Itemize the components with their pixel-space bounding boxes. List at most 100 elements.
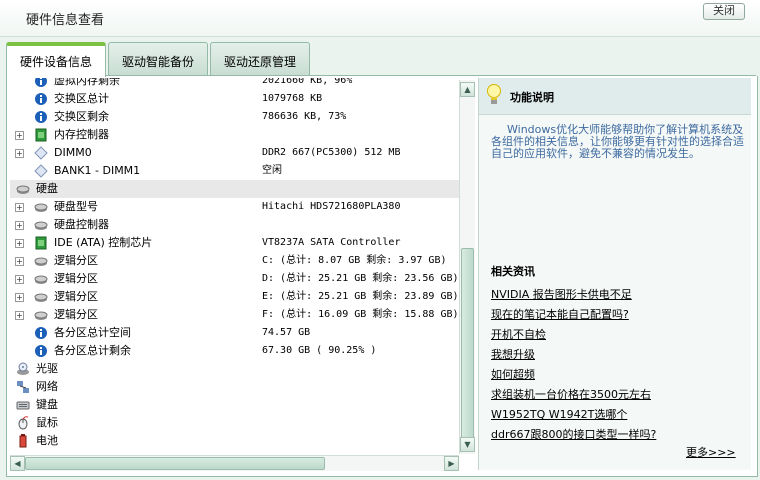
tree-row-value: 74.57 GB: [262, 327, 311, 338]
tree-row[interactable]: + IDE (ATA) 控制芯片 VT8237A SATA Controller: [10, 234, 460, 252]
tree-row[interactable]: 交换区总计 1079768 KB: [10, 90, 460, 108]
tree-row[interactable]: 虚拟内存剩余 2021660 KB, 96%: [10, 78, 460, 90]
info-icon: [35, 78, 47, 87]
tree-row[interactable]: + 内存控制器: [10, 126, 460, 144]
tree-row-label: 逻辑分区: [54, 272, 98, 285]
related-news-title: 相关资讯: [491, 265, 535, 278]
expand-toggle[interactable]: +: [15, 149, 24, 158]
info-side-panel: 功能说明 Windows优化大师能够帮助你了解计算机系统及各组件的相关信息，让你…: [478, 78, 751, 470]
tree-row-value: 2021660 KB, 96%: [262, 78, 353, 86]
disk-icon: [34, 293, 48, 302]
tab-driver-backup[interactable]: 驱动智能备份: [108, 42, 208, 75]
expand-toggle[interactable]: +: [15, 221, 24, 230]
disk-icon: [34, 221, 48, 230]
scroll-down-button[interactable]: ▼: [460, 437, 475, 452]
network-icon: [17, 381, 29, 393]
tree-row[interactable]: + 硬盘型号 Hitachi HDS721680PLA380: [10, 198, 460, 216]
vertical-scrollbar[interactable]: ▲ ▼: [459, 80, 475, 454]
tree-row-value: D: (总计: 25.21 GB 剩余: 23.56 GB): [262, 273, 459, 284]
tree-row-label: 硬盘控制器: [54, 218, 109, 231]
expand-toggle[interactable]: +: [15, 203, 24, 212]
tree-row-value: 786636 KB, 73%: [262, 111, 347, 122]
expand-toggle[interactable]: +: [15, 257, 24, 266]
related-link[interactable]: W1952TQ W1942T选哪个: [491, 406, 627, 422]
tree-row-label: 键盘: [36, 398, 58, 411]
tree-row[interactable]: + 逻辑分区 D: (总计: 25.21 GB 剩余: 23.56 GB): [10, 270, 460, 288]
chip-icon: [35, 236, 47, 250]
hardware-tree[interactable]: 虚拟内存剩余 2021660 KB, 96% 交换区总计 1079768 KB 交换区剩…: [10, 78, 460, 454]
tree-row-value: 1079768 KB: [262, 93, 323, 104]
tree-row-label: 网络: [36, 380, 58, 393]
lightbulb-icon: [487, 84, 501, 104]
tree-row[interactable]: 光驱: [10, 360, 460, 378]
cd-drive-icon: [17, 362, 29, 375]
tree-row[interactable]: 网络: [10, 378, 460, 396]
function-header: 功能说明: [479, 78, 751, 115]
tree-row-value: F: (总计: 16.09 GB 剩余: 15.88 GB): [262, 309, 459, 320]
tree-row[interactable]: + 逻辑分区 C: (总计: 8.07 GB 剩余: 3.97 GB): [10, 252, 460, 270]
scroll-up-button[interactable]: ▲: [460, 82, 475, 97]
tree-row-value: Hitachi HDS721680PLA380: [262, 201, 401, 212]
window-title: 硬件信息查看: [26, 13, 105, 28]
vertical-scroll-thumb[interactable]: [461, 248, 474, 438]
related-link[interactable]: 我想升级: [491, 346, 535, 362]
mouse-icon: [18, 416, 29, 430]
horizontal-scroll-thumb[interactable]: [25, 457, 325, 470]
horizontal-scrollbar[interactable]: ◀ ▶: [10, 455, 459, 471]
tree-row-label: 硬盘: [36, 182, 58, 195]
tree-row-value: DDR2 667(PC5300) 512 MB: [262, 147, 401, 158]
expand-toggle[interactable]: +: [15, 131, 24, 140]
tree-row-label: 硬盘型号: [54, 200, 98, 213]
tree-row-label: 各分区总计空间: [54, 326, 131, 339]
close-button[interactable]: 关闭: [703, 3, 745, 20]
scroll-left-button[interactable]: ◀: [10, 456, 25, 471]
tree-row-label: 光驱: [36, 362, 58, 375]
related-link[interactable]: 如何超频: [491, 366, 535, 382]
more-link[interactable]: 更多>>>: [686, 444, 736, 460]
tree-row-label: 虚拟内存剩余: [54, 78, 120, 87]
tree-row[interactable]: 各分区总计剩余 67.30 GB ( 90.25% ): [10, 342, 460, 360]
tree-row[interactable]: + 逻辑分区 E: (总计: 25.21 GB 剩余: 23.89 GB): [10, 288, 460, 306]
tree-row-label: 各分区总计剩余: [54, 344, 131, 357]
related-link[interactable]: 开机不自检: [491, 326, 546, 342]
info-icon: [35, 111, 47, 123]
tree-row[interactable]: BANK1 - DIMM1 空闲: [10, 162, 460, 180]
related-link[interactable]: ddr667跟800的接口类型一样吗?: [491, 426, 656, 442]
expand-toggle[interactable]: +: [15, 311, 24, 320]
function-title: 功能说明: [510, 91, 554, 104]
scroll-right-button[interactable]: ▶: [444, 456, 459, 471]
tree-row-label: 鼠标: [36, 416, 58, 429]
tab-driver-restore[interactable]: 驱动还原管理: [210, 42, 310, 75]
tree-row-label: 逻辑分区: [54, 290, 98, 303]
expand-toggle[interactable]: +: [15, 293, 24, 302]
tree-row[interactable]: 各分区总计空间 74.57 GB: [10, 324, 460, 342]
battery-icon: [19, 434, 27, 448]
memory-slot-icon: [34, 164, 48, 178]
disk-icon: [16, 185, 30, 194]
tree-row[interactable]: + 硬盘控制器: [10, 216, 460, 234]
related-link[interactable]: NVIDIA 报告图形卡供电不足: [491, 286, 632, 302]
tab-hardware-info[interactable]: 硬件设备信息: [6, 42, 106, 77]
expand-toggle[interactable]: +: [15, 275, 24, 284]
disk-icon: [34, 257, 48, 266]
tree-row-label: 交换区剩余: [54, 110, 109, 123]
tree-row[interactable]: 电池: [10, 432, 460, 450]
tree-row[interactable]: 键盘: [10, 396, 460, 414]
related-link[interactable]: 现在的笔记本能自己配置吗?: [491, 306, 629, 322]
tree-row[interactable]: + 逻辑分区 F: (总计: 16.09 GB 剩余: 15.88 GB): [10, 306, 460, 324]
tree-row[interactable]: + DIMM0 DDR2 667(PC5300) 512 MB: [10, 144, 460, 162]
tree-row-label: 电池: [36, 434, 58, 447]
related-link[interactable]: 求组装机一台价格在3500元左右: [491, 386, 651, 402]
disk-icon: [34, 311, 48, 320]
expand-toggle[interactable]: +: [15, 239, 24, 248]
tree-row-label: 逻辑分区: [54, 308, 98, 321]
title-bar: 硬件信息查看 关闭: [0, 0, 760, 37]
tree-row-label: 内存控制器: [54, 128, 109, 141]
tree-row[interactable]: 鼠标: [10, 414, 460, 432]
disk-icon: [34, 275, 48, 284]
tree-row[interactable]: 交换区剩余 786636 KB, 73%: [10, 108, 460, 126]
tree-row-label: BANK1 - DIMM1: [54, 164, 141, 177]
tree-row-label: IDE (ATA) 控制芯片: [54, 236, 153, 249]
memory-slot-icon: [34, 146, 48, 160]
tree-row[interactable]: 硬盘: [10, 180, 460, 198]
